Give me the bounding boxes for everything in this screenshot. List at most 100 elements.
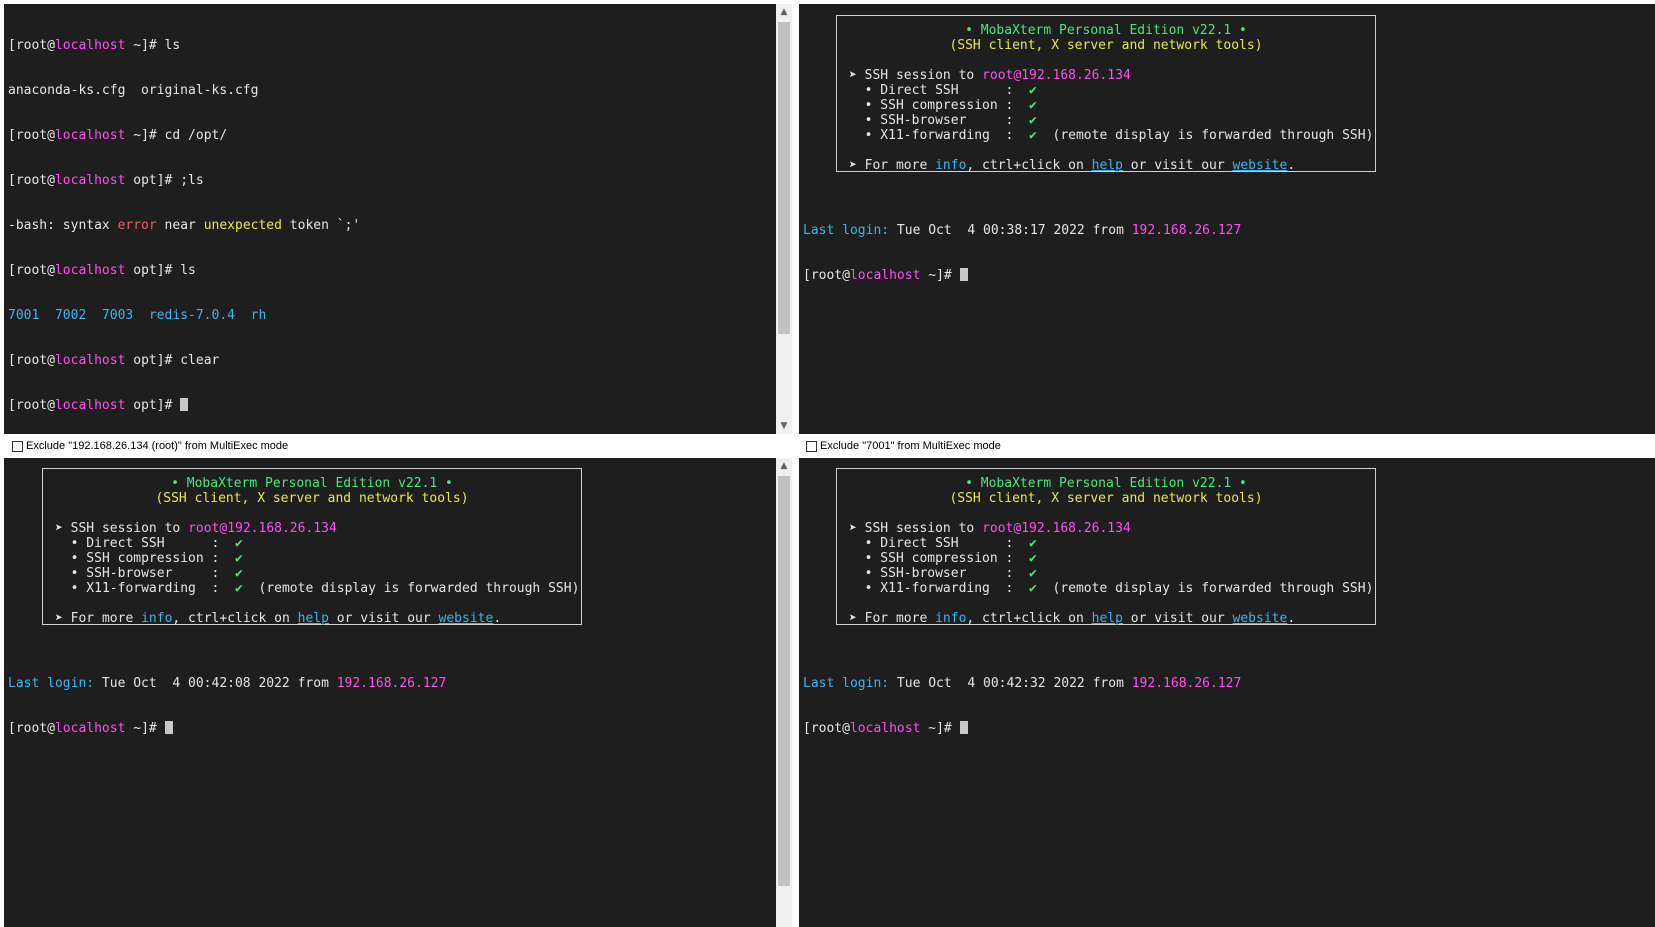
active-prompt-line[interactable]: [root@localhost ~]# xyxy=(8,721,446,736)
scrollbar-thumb[interactable] xyxy=(778,476,790,886)
prompt-prefix: [root@ xyxy=(803,268,850,283)
x11-note: (remote display is forwarded through SSH… xyxy=(1036,581,1374,596)
prompt-prefix: [root@ xyxy=(8,353,55,368)
prompt-prefix: [root@ xyxy=(8,128,55,143)
last-login-text: Tue Oct 4 00:42:32 2022 from xyxy=(889,676,1132,691)
scroll-up-arrow-icon[interactable]: ▲ xyxy=(776,458,792,474)
terminal-pane-bottom-right[interactable]: • MobaXterm Personal Edition v22.1 • (SS… xyxy=(799,458,1655,927)
session-label: ➤ SSH session to xyxy=(849,68,983,83)
banner-session: ➤ SSH session to root@192.168.26.134 xyxy=(837,521,1375,536)
scroll-down-arrow-icon[interactable]: ▼ xyxy=(776,418,792,434)
terminal-pane-bottom-left[interactable]: • MobaXterm Personal Edition v22.1 • (SS… xyxy=(4,458,776,927)
prompt-prefix: [root@ xyxy=(8,263,55,278)
prompt-command: ~]# cd /opt/ xyxy=(125,128,228,143)
feature-label: • SSH compression : xyxy=(55,551,236,566)
exclude-multiexec-left[interactable]: Exclude "192.168.26.134 (root)" from Mul… xyxy=(4,435,794,457)
prompt-host: localhost xyxy=(54,128,126,143)
terminal-pane-top-right[interactable]: • MobaXterm Personal Edition v22.1 • (SS… xyxy=(799,4,1655,434)
active-prompt-line[interactable]: [root@localhost ~]# xyxy=(803,268,1241,283)
check-icon: ✔ xyxy=(235,551,243,566)
vertical-scrollbar[interactable]: ▲ ▼ xyxy=(776,4,792,434)
mobaxterm-banner: • MobaXterm Personal Edition v22.1 • (SS… xyxy=(42,468,582,626)
last-login-ip: 192.168.26.127 xyxy=(1131,223,1242,238)
terminal-pane-top-left[interactable]: [root@localhost ~]# ls anaconda-ks.cfg o… xyxy=(4,4,776,434)
banner-ssh-compression: • SSH compression : ✔ xyxy=(837,98,1375,113)
scroll-up-arrow-icon[interactable]: ▲ xyxy=(776,4,792,20)
session-label: ➤ SSH session to xyxy=(55,521,189,536)
terminal-cursor xyxy=(959,268,968,281)
more-text: , ctrl+click on xyxy=(966,611,1092,626)
check-icon: ✔ xyxy=(235,536,243,551)
active-prompt-line[interactable]: [root@localhost opt]# xyxy=(8,398,776,413)
more-text: or visit our xyxy=(1122,158,1233,173)
last-login-ip: 192.168.26.127 xyxy=(336,676,447,691)
last-login-line: Last login: Tue Oct 4 00:38:17 2022 from… xyxy=(803,223,1241,238)
banner-ssh-compression: • SSH compression : ✔ xyxy=(43,551,581,566)
prompt-prefix: [root@ xyxy=(803,721,850,736)
exclude-multiexec-right[interactable]: Exclude "7001" from MultiExec mode xyxy=(798,435,1655,457)
info-text: info xyxy=(935,158,967,173)
last-login-label: Last login: xyxy=(8,676,95,691)
banner-subtitle: (SSH client, X server and network tools) xyxy=(949,38,1263,53)
exclude-checkbox[interactable] xyxy=(806,440,817,452)
last-login-text: Tue Oct 4 00:38:17 2022 from xyxy=(889,223,1132,238)
banner-title: • MobaXterm Personal Edition v22.1 • xyxy=(171,476,453,491)
session-label: ➤ SSH session to xyxy=(849,521,983,536)
terminal-line: [root@localhost ~]# cd /opt/ xyxy=(8,128,776,143)
error-text: near xyxy=(156,218,204,233)
feature-label: • SSH-browser : xyxy=(849,113,1030,128)
banner-subtitle: (SSH client, X server and network tools) xyxy=(155,491,469,506)
prompt-host: localhost xyxy=(849,721,921,736)
more-text: . xyxy=(493,611,502,626)
more-text: , ctrl+click on xyxy=(172,611,298,626)
banner-more: ➤ For more info, ctrl+click on help or v… xyxy=(837,158,1375,173)
help-link[interactable]: help xyxy=(298,611,329,626)
feature-label: • SSH compression : xyxy=(849,551,1030,566)
mobaxterm-banner: • MobaXterm Personal Edition v22.1 • (SS… xyxy=(836,468,1376,626)
terminal-line: anaconda-ks.cfg original-ks.cfg xyxy=(8,83,259,98)
prompt-host: localhost xyxy=(54,353,126,368)
banner-blank xyxy=(837,596,1375,611)
prompt-host: localhost xyxy=(54,263,126,278)
prompt-command: opt]# xyxy=(125,398,181,413)
check-icon: ✔ xyxy=(1029,581,1037,596)
help-link[interactable]: help xyxy=(1092,158,1123,173)
check-icon: ✔ xyxy=(1029,128,1037,143)
last-login-label: Last login: xyxy=(803,223,890,238)
check-icon: ✔ xyxy=(1029,551,1037,566)
exclude-label: Exclude "7001" from MultiExec mode xyxy=(820,440,1001,452)
website-link[interactable]: website xyxy=(1233,158,1288,173)
prompt-command: ~]# xyxy=(920,721,960,736)
banner-more: ➤ For more info, ctrl+click on help or v… xyxy=(43,611,581,626)
scrollbar-thumb[interactable] xyxy=(778,22,790,334)
help-link[interactable]: help xyxy=(1092,611,1123,626)
check-icon: ✔ xyxy=(1029,98,1037,113)
banner-ssh-browser: • SSH-browser : ✔ xyxy=(837,113,1375,128)
check-icon: ✔ xyxy=(1029,113,1037,128)
website-link[interactable]: website xyxy=(439,611,494,626)
more-text: ➤ For more xyxy=(55,611,142,626)
mobaxterm-banner: • MobaXterm Personal Edition v22.1 • (SS… xyxy=(836,15,1376,173)
last-login-ip: 192.168.26.127 xyxy=(1131,676,1242,691)
prompt-prefix: [root@ xyxy=(8,721,55,736)
website-link[interactable]: website xyxy=(1233,611,1288,626)
prompt-host: localhost xyxy=(849,268,921,283)
banner-session: ➤ SSH session to root@192.168.26.134 xyxy=(43,521,581,536)
active-prompt-line[interactable]: [root@localhost ~]# xyxy=(803,721,1241,736)
check-icon: ✔ xyxy=(1029,536,1037,551)
feature-label: • Direct SSH : xyxy=(849,83,1030,98)
more-text: ➤ For more xyxy=(849,611,936,626)
feature-label: • Direct SSH : xyxy=(849,536,1030,551)
more-text: , ctrl+click on xyxy=(966,158,1092,173)
exclude-checkbox[interactable] xyxy=(12,440,23,452)
error-text: token `;' xyxy=(281,218,361,233)
terminal-output: [root@localhost ~]# ls anaconda-ks.cfg o… xyxy=(8,8,776,434)
terminal-cursor xyxy=(164,721,173,734)
login-area: Last login: Tue Oct 4 00:42:32 2022 from… xyxy=(803,646,1241,766)
vertical-scrollbar[interactable]: ▲ xyxy=(776,458,792,927)
exclude-label: Exclude "192.168.26.134 (root)" from Mul… xyxy=(26,440,289,452)
more-text: or visit our xyxy=(1122,611,1233,626)
terminal-line: [root@localhost opt]# clear xyxy=(8,353,776,368)
more-text: . xyxy=(1287,158,1296,173)
feature-label: • X11-forwarding : xyxy=(55,581,236,596)
